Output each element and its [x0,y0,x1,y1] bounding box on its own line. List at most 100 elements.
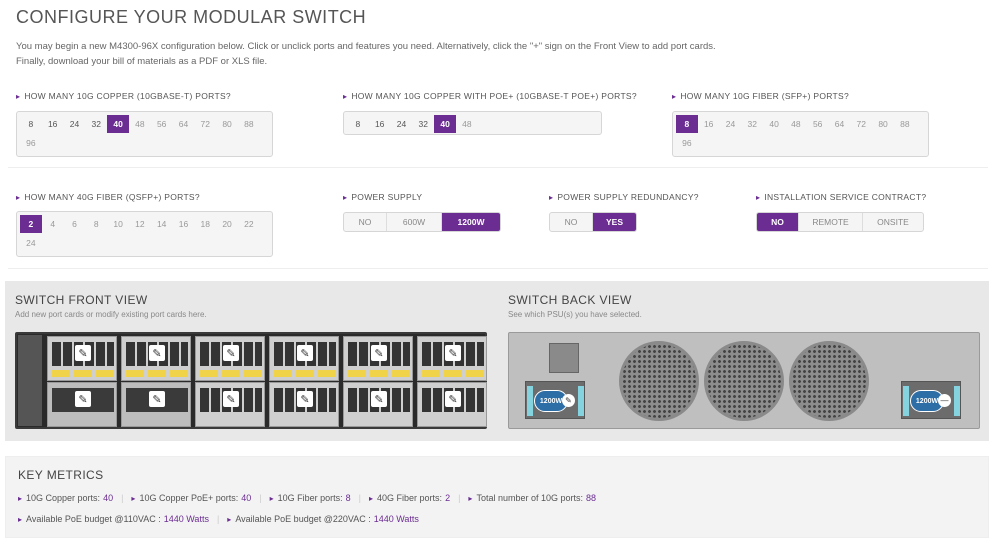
qsfp-option-14[interactable]: 14 [151,215,173,233]
separator: | [259,493,262,503]
poe-option-16[interactable]: 16 [369,115,391,133]
power-option-no[interactable]: NO [344,213,387,231]
remove-icon[interactable]: — [938,394,951,407]
install-option-no[interactable]: NO [757,213,799,231]
poe-option-48[interactable]: 48 [456,115,478,133]
fiber-option-56[interactable]: 56 [807,115,829,133]
poe-option-8[interactable]: 8 [347,115,369,133]
copper-option-24[interactable]: 24 [64,115,86,133]
metric-value: 2 [445,493,451,503]
qsfp-option-16[interactable]: 16 [173,215,195,233]
psu-2[interactable]: 1200W — [901,381,961,419]
fiber-option-32[interactable]: 32 [741,115,763,133]
fiber-option-72[interactable]: 72 [850,115,872,133]
divider [8,268,988,269]
qsfp-option-24[interactable]: 24 [20,234,42,252]
copper-option-40[interactable]: 40 [107,115,129,133]
fiber-option-40[interactable]: 40 [763,115,785,133]
port-card[interactable]: ✎ [269,336,339,381]
edit-icon[interactable]: ✎ [297,345,313,361]
copper-option-96[interactable]: 96 [20,134,42,152]
fiber-option-80[interactable]: 80 [872,115,894,133]
poe-option-40[interactable]: 40 [434,115,456,133]
qsfp-option-22[interactable]: 22 [238,215,260,233]
metric-label: 10G Copper ports: [26,493,101,503]
install-option-remote[interactable]: REMOTE [799,213,863,231]
install-contract-label: INSTALLATION SERVICE CONTRACT? [756,192,926,202]
port-card[interactable]: ✎ [47,382,117,427]
psu-latch [527,386,533,416]
psu-1[interactable]: 1200W ✎ [525,381,585,419]
fiber-option-96[interactable]: 96 [676,134,698,152]
qsfp-option-20[interactable]: 20 [216,215,238,233]
switch-front-panel: ✎ ✎ ✎ ✎ ✎ ✎ ✎ ✎ ✎ ✎ ✎ ✎ [15,332,487,429]
separator: | [121,493,124,503]
poe-option-24[interactable]: 24 [391,115,413,133]
port-card[interactable]: ✎ [343,336,413,381]
port-card[interactable]: ✎ [121,336,191,381]
fan-3 [789,341,869,421]
port-card[interactable]: ✎ [121,382,191,427]
edit-icon[interactable]: ✎ [371,391,387,407]
port-card[interactable]: ✎ [47,336,117,381]
front-view-title: SWITCH FRONT VIEW [15,293,148,307]
edit-icon[interactable]: ✎ [223,391,239,407]
metric-item: Total number of 10G ports:88 [468,493,596,503]
edit-icon[interactable]: ✎ [297,391,313,407]
copper-option-56[interactable]: 56 [151,115,173,133]
port-card[interactable]: ✎ [417,336,487,381]
qsfp-option-4[interactable]: 4 [42,215,64,233]
qsfp-option-10[interactable]: 10 [107,215,129,233]
fiber-option-48[interactable]: 48 [785,115,807,133]
port-card[interactable]: ✎ [195,382,265,427]
port-card[interactable]: ✎ [343,382,413,427]
copper-option-80[interactable]: 80 [216,115,238,133]
edit-icon[interactable]: ✎ [562,394,575,407]
redundancy-option-yes[interactable]: YES [593,213,636,231]
metric-label: Available PoE budget @110VAC : [26,514,161,524]
fiber-option-64[interactable]: 64 [829,115,851,133]
power-option-600w[interactable]: 600W [387,213,442,231]
qsfp-option-12[interactable]: 12 [129,215,151,233]
edit-icon[interactable]: ✎ [371,345,387,361]
copper-option-48[interactable]: 48 [129,115,151,133]
edit-icon[interactable]: ✎ [445,391,461,407]
port-status-tabs [126,370,188,377]
intro-line-2: Finally, download your bill of materials… [16,56,268,67]
fiber-option-16[interactable]: 16 [698,115,720,133]
qsfp-option-8[interactable]: 8 [85,215,107,233]
psu-redundancy-selector: NO YES [549,212,637,232]
copper-option-32[interactable]: 32 [85,115,107,133]
qsfp-option-2[interactable]: 2 [20,215,42,233]
edit-icon[interactable]: ✎ [149,345,165,361]
fiber-option-88[interactable]: 88 [894,115,916,133]
port-card[interactable]: ✎ [195,336,265,381]
port-card[interactable]: ✎ [269,382,339,427]
copper-option-8[interactable]: 8 [20,115,42,133]
install-option-onsite[interactable]: ONSITE [863,213,923,231]
qsfp-option-6[interactable]: 6 [64,215,86,233]
copper-option-88[interactable]: 88 [238,115,260,133]
power-option-1200w[interactable]: 1200W [442,213,500,231]
copper-option-16[interactable]: 16 [42,115,64,133]
fiber-option-8[interactable]: 8 [676,115,698,133]
metric-value: 1440 Watts [163,514,209,524]
redundancy-option-no[interactable]: NO [550,213,593,231]
qsfp-option-18[interactable]: 18 [194,215,216,233]
metric-value: 8 [345,493,351,503]
poe-option-32[interactable]: 32 [412,115,434,133]
edit-icon[interactable]: ✎ [149,391,165,407]
port-status-tabs [52,370,114,377]
metric-label: Available PoE budget @220VAC : [235,514,371,524]
edit-icon[interactable]: ✎ [223,345,239,361]
edit-icon[interactable]: ✎ [445,345,461,361]
edit-icon[interactable]: ✎ [75,345,91,361]
fiber-option-24[interactable]: 24 [720,115,742,133]
port-status-tabs [348,370,410,377]
port-card[interactable]: ✎ [417,382,487,427]
metrics-row-1: 10G Copper ports:40|10G Copper PoE+ port… [18,493,596,503]
edit-icon[interactable]: ✎ [75,391,91,407]
copper-option-72[interactable]: 72 [194,115,216,133]
metrics-row-2: Available PoE budget @110VAC :1440 Watts… [18,514,419,524]
copper-option-64[interactable]: 64 [173,115,195,133]
